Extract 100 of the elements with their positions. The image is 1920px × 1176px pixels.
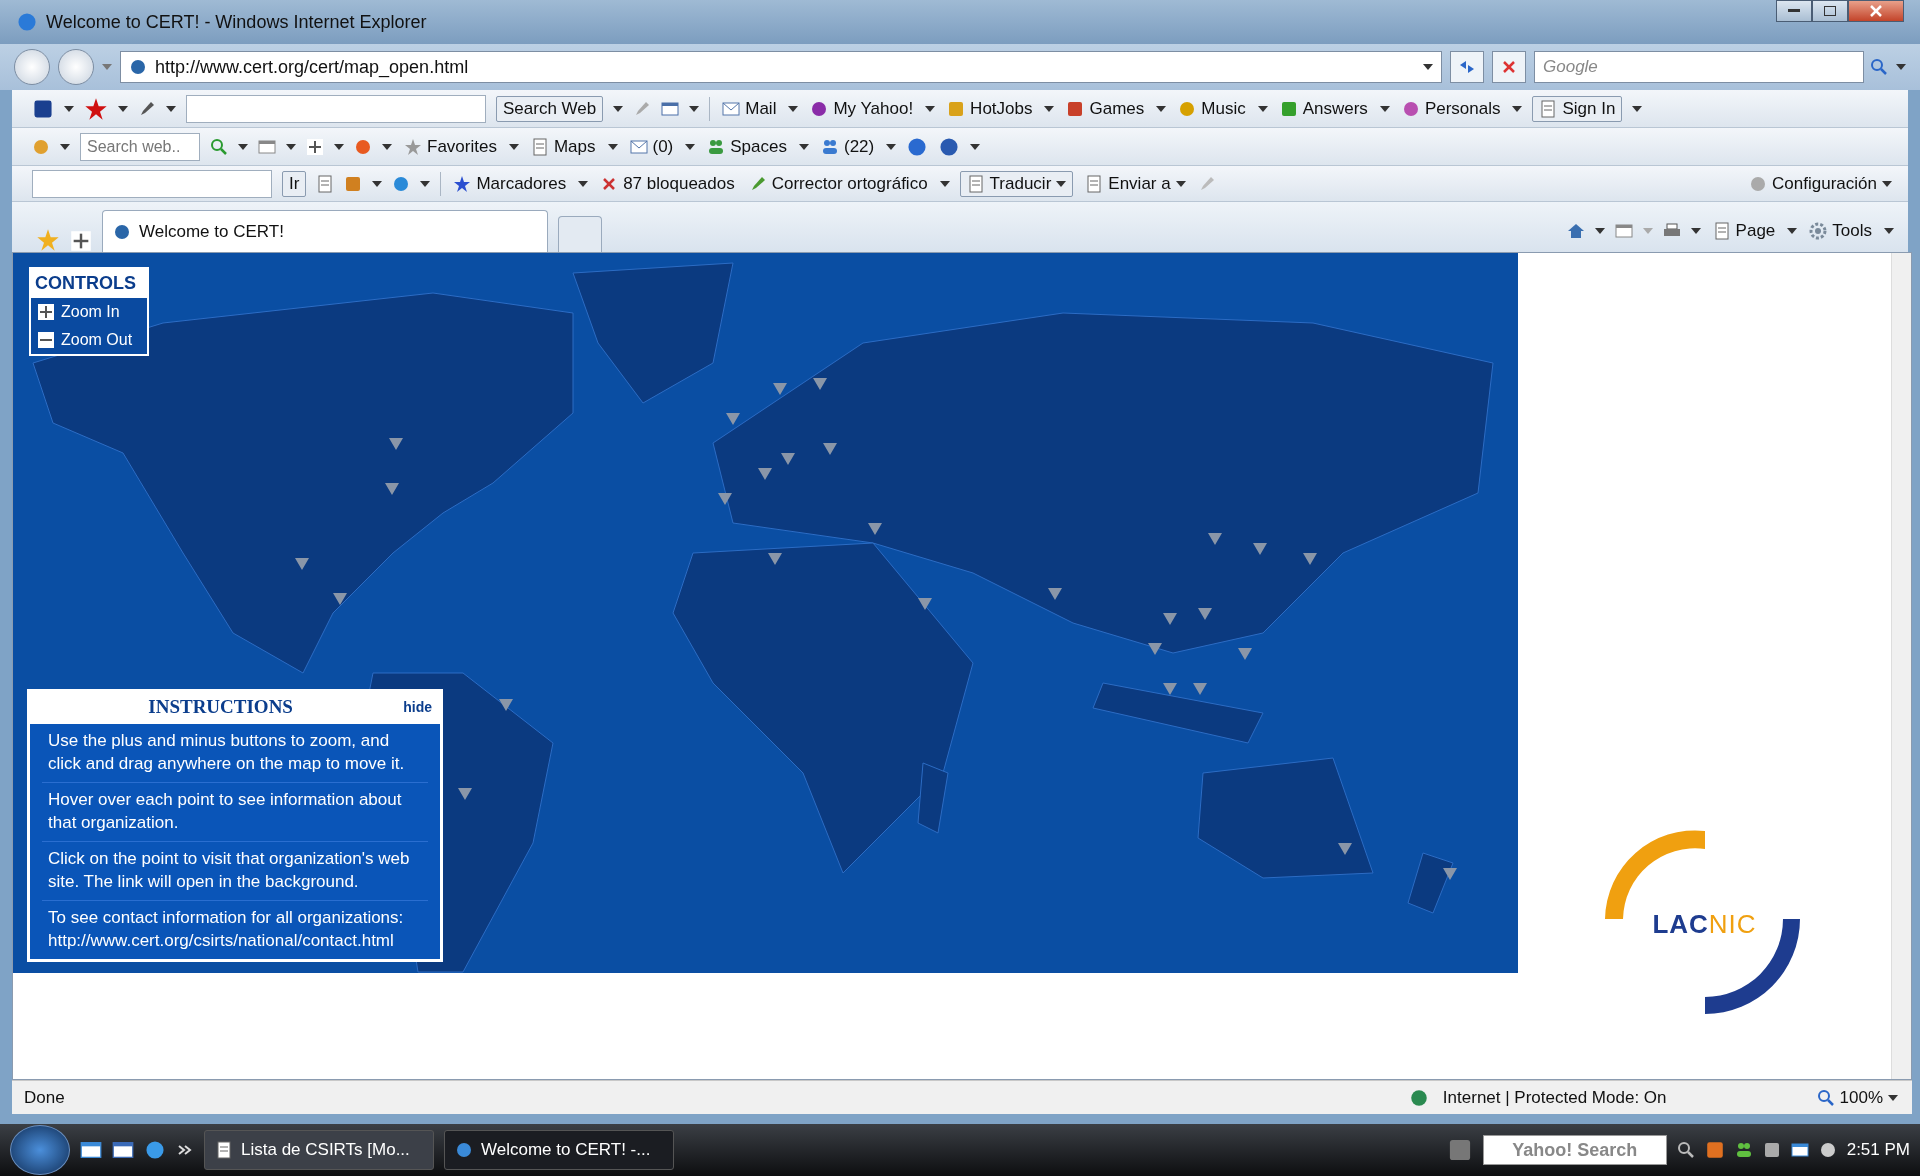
caret-icon[interactable] xyxy=(925,105,936,112)
caret-icon[interactable] xyxy=(334,143,344,150)
browser-tab[interactable]: Welcome to CERT! xyxy=(102,210,548,252)
taskbar-button[interactable]: Welcome to CERT! -... xyxy=(444,1130,674,1170)
caret-icon[interactable] xyxy=(166,105,176,112)
sign-in-button[interactable]: Sign In xyxy=(1532,95,1623,122)
taskbar-button[interactable]: Lista de CSIRTs [Mo... xyxy=(204,1130,434,1170)
search-web-button[interactable]: Search Web xyxy=(496,95,604,122)
refresh-button[interactable] xyxy=(1450,51,1484,83)
search-field[interactable]: Search web.. xyxy=(80,132,200,161)
star-icon[interactable] xyxy=(36,228,60,252)
toolbar-button[interactable]: Spaces xyxy=(705,136,789,157)
caret-icon[interactable] xyxy=(1896,64,1906,70)
caret-icon[interactable] xyxy=(1156,105,1167,112)
hide-link[interactable]: hide xyxy=(403,699,432,715)
square-icon[interactable] xyxy=(1704,1140,1725,1160)
settings-button[interactable]: Configuración xyxy=(1747,173,1894,194)
caret-icon[interactable] xyxy=(382,143,392,150)
maximize-button[interactable] xyxy=(1812,0,1848,22)
toolbar-button[interactable]: My Yahoo! xyxy=(808,98,916,119)
caret-icon[interactable] xyxy=(1690,228,1701,234)
plus-icon[interactable] xyxy=(70,230,92,252)
caret-icon[interactable] xyxy=(1882,180,1892,187)
caret-icon[interactable] xyxy=(1423,64,1433,70)
minus-icon xyxy=(37,331,55,349)
people-icon[interactable] xyxy=(1734,1141,1753,1159)
back-button[interactable] xyxy=(14,49,50,85)
toolbar-button[interactable]: Corrector ortográfico xyxy=(746,173,930,194)
toolbar-button[interactable]: (0) xyxy=(627,136,676,157)
caret-icon[interactable] xyxy=(1884,228,1894,234)
toolbar-button[interactable]: (22) xyxy=(819,136,877,157)
square-icon[interactable] xyxy=(32,97,54,120)
instruction-text: Hover over each point to see information about that organization. xyxy=(42,782,428,842)
square-icon[interactable] xyxy=(1762,1141,1781,1159)
caret-icon[interactable] xyxy=(607,143,618,150)
toolbar-button[interactable]: Answers xyxy=(1277,98,1370,119)
caret-icon[interactable] xyxy=(939,180,950,187)
toolbar-button[interactable]: Marcadores xyxy=(451,173,569,194)
caret-icon[interactable] xyxy=(1888,1094,1898,1101)
caret-icon[interactable] xyxy=(685,143,696,150)
toolbar-button[interactable]: Games xyxy=(1064,98,1147,119)
search-icon[interactable] xyxy=(1676,1141,1695,1159)
search-field[interactable] xyxy=(186,94,486,123)
caret-icon[interactable] xyxy=(799,143,809,150)
go-button[interactable]: Ir xyxy=(282,170,307,197)
circle-icon[interactable] xyxy=(1818,1141,1837,1159)
command-button[interactable]: Page xyxy=(1710,221,1778,241)
caret-icon[interactable] xyxy=(578,180,589,187)
caret-icon[interactable] xyxy=(689,105,700,112)
caret-icon[interactable] xyxy=(1044,105,1055,112)
forward-button[interactable] xyxy=(58,49,94,85)
toolbar-button[interactable]: Maps xyxy=(528,136,598,157)
stop-button[interactable] xyxy=(1492,51,1526,83)
caret-icon[interactable] xyxy=(118,105,128,112)
window-icon[interactable] xyxy=(112,1139,134,1161)
toolbar-button[interactable]: Music xyxy=(1176,98,1248,119)
toolbar-button[interactable]: Favorites xyxy=(402,136,499,157)
toolbar-button[interactable]: Personals xyxy=(1399,98,1503,119)
plus-icon[interactable] xyxy=(306,137,324,156)
search-field[interactable] xyxy=(32,169,272,198)
toolbar-button[interactable]: HotJobs xyxy=(945,98,1035,119)
caret-icon[interactable] xyxy=(508,143,519,150)
pencil-icon[interactable] xyxy=(138,99,156,118)
caret-icon[interactable] xyxy=(1056,180,1067,187)
maximize-icon xyxy=(1824,6,1836,16)
caret-icon[interactable] xyxy=(420,180,431,187)
search-field[interactable]: Yahoo! Search xyxy=(1482,1135,1667,1165)
toolbar-button[interactable]: Mail xyxy=(720,98,779,119)
instruction-text: Click on the point to visit that organization's web site. The link will open in the background. xyxy=(42,841,428,901)
caret-icon[interactable] xyxy=(1257,105,1268,112)
caret-icon[interactable] xyxy=(238,143,248,150)
send-button[interactable]: Enviar a xyxy=(1083,173,1188,194)
zoom-button[interactable]: 100% xyxy=(1814,1087,1900,1108)
caret-icon[interactable] xyxy=(886,143,897,150)
caret-icon[interactable] xyxy=(1512,105,1523,112)
caret-icon[interactable] xyxy=(1379,105,1390,112)
window-icon[interactable] xyxy=(1790,1141,1809,1159)
caret-icon[interactable] xyxy=(613,105,624,112)
circle-icon[interactable] xyxy=(144,1139,166,1161)
zoom-out-button[interactable]: Zoom Out xyxy=(31,326,139,354)
caret-icon[interactable] xyxy=(1632,105,1643,112)
caret-icon[interactable] xyxy=(64,105,74,112)
caret-icon[interactable] xyxy=(286,143,296,150)
window-icon[interactable] xyxy=(80,1139,102,1161)
zoom-in-button[interactable]: Zoom In xyxy=(31,298,126,326)
caret-icon[interactable] xyxy=(372,180,383,187)
house-icon[interactable] xyxy=(1566,222,1585,240)
caret-icon[interactable] xyxy=(1175,180,1186,187)
minimize-button[interactable] xyxy=(1776,0,1812,22)
translate-button[interactable]: Traducir xyxy=(959,170,1074,197)
close-button[interactable] xyxy=(1848,0,1904,22)
toolbar-button[interactable]: 87 bloqueados xyxy=(598,173,737,194)
caret-icon[interactable] xyxy=(788,105,799,112)
caret-icon[interactable] xyxy=(970,143,981,150)
address-field[interactable]: http://www.cert.org/cert/map_open.html xyxy=(120,51,1442,83)
search-field[interactable]: Google xyxy=(1534,51,1864,83)
caret-icon[interactable] xyxy=(60,143,70,150)
caret-icon[interactable] xyxy=(1787,228,1798,234)
command-button[interactable]: Tools xyxy=(1807,221,1874,241)
caret-icon[interactable] xyxy=(1594,228,1605,234)
